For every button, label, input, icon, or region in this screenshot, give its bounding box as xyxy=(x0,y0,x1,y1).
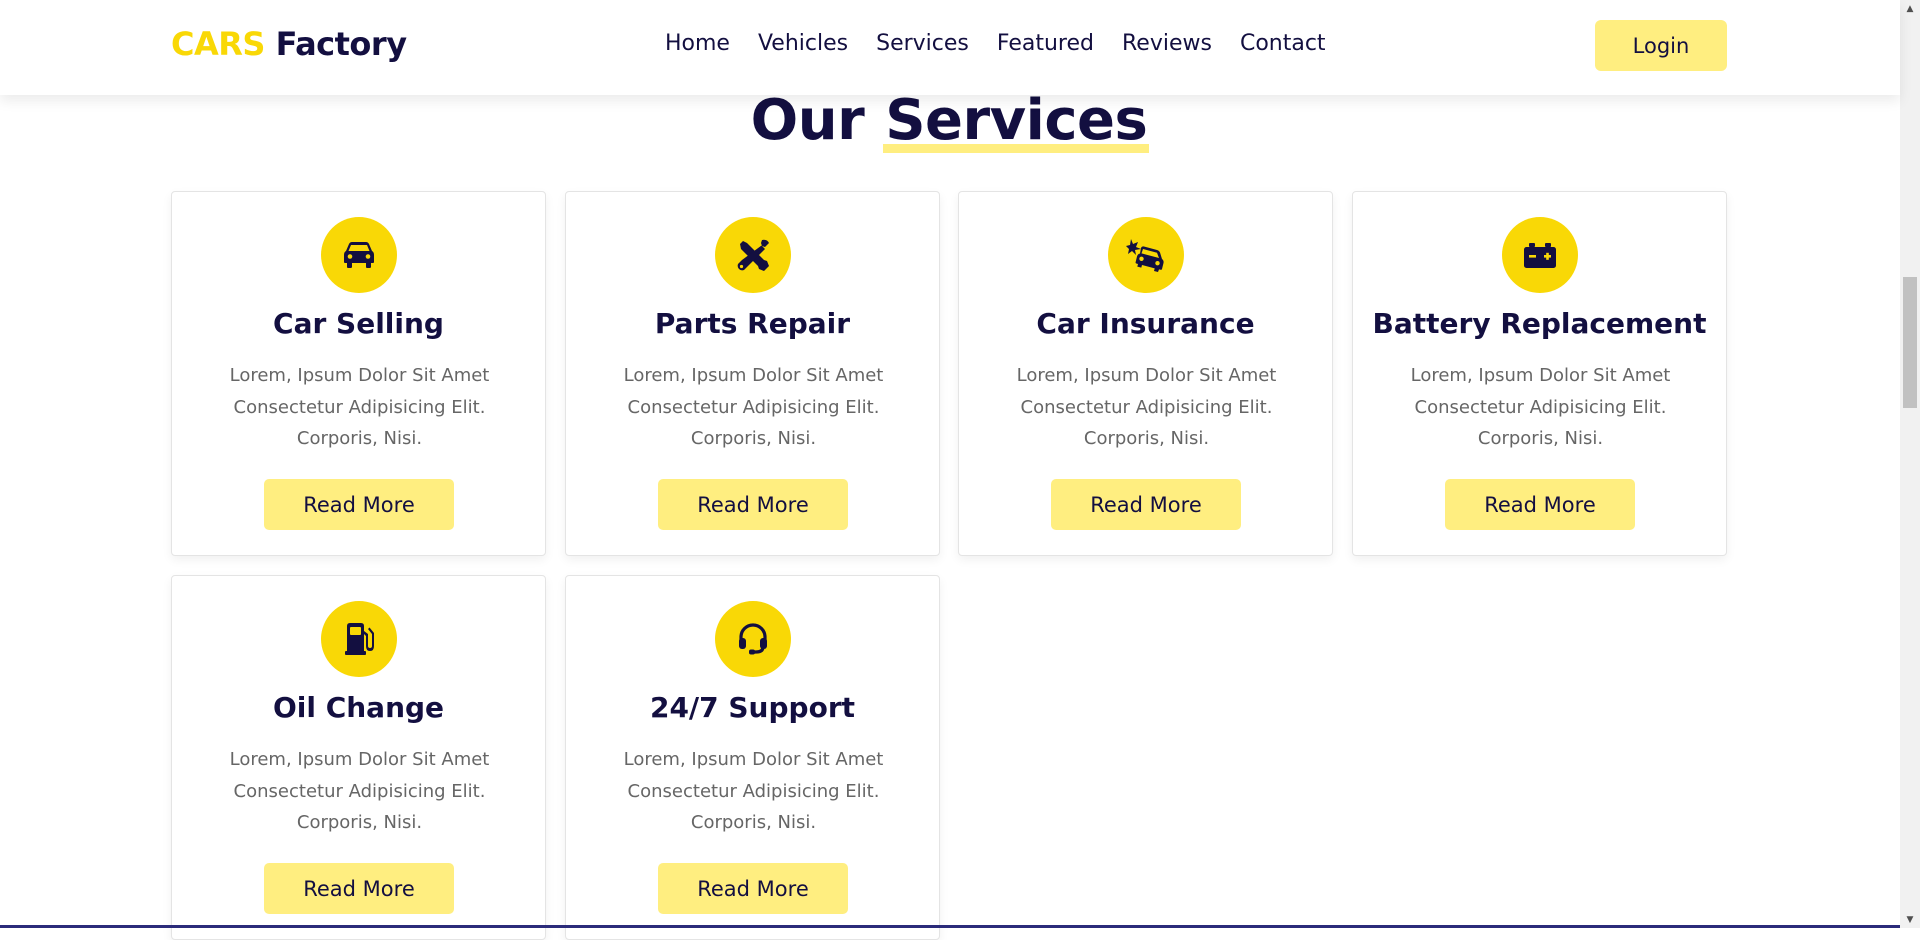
service-title: Oil Change xyxy=(272,691,445,724)
service-description: Lorem, Ipsum Dolor Sit Amet Consectetur … xyxy=(229,365,490,449)
login-button[interactable]: Login xyxy=(1595,20,1727,71)
service-card-oil-change: Oil Change Lorem, Ipsum Dolor Sit Amet C… xyxy=(171,575,546,940)
site-header: CARS Factory Home Vehicles Services Feat… xyxy=(0,0,1900,95)
service-card-parts-repair: Parts Repair Lorem, Ipsum Dolor Sit Amet… xyxy=(565,191,940,556)
service-description: Lorem, Ipsum Dolor Sit Amet Consectetur … xyxy=(623,365,884,449)
tools-icon xyxy=(715,217,791,293)
service-card-car-selling: Car Selling Lorem, Ipsum Dolor Sit Amet … xyxy=(171,191,546,556)
logo[interactable]: CARS Factory xyxy=(171,25,407,63)
read-more-button[interactable]: Read More xyxy=(658,863,848,914)
nav-link-services[interactable]: Services xyxy=(876,31,969,56)
scroll-down-arrow-icon[interactable]: ▼ xyxy=(1900,911,1920,928)
read-more-button[interactable]: Read More xyxy=(264,863,454,914)
scrollbar-thumb[interactable] xyxy=(1903,277,1917,408)
nav-link-vehicles[interactable]: Vehicles xyxy=(758,31,848,56)
service-card-car-insurance: Car Insurance Lorem, Ipsum Dolor Sit Ame… xyxy=(958,191,1333,556)
car-crash-icon xyxy=(1108,217,1184,293)
nav-link-reviews[interactable]: Reviews xyxy=(1122,31,1212,56)
service-description: Lorem, Ipsum Dolor Sit Amet Consectetur … xyxy=(1016,365,1277,449)
nav-link-contact[interactable]: Contact xyxy=(1240,31,1326,56)
read-more-button[interactable]: Read More xyxy=(658,479,848,530)
heading-plain: Our xyxy=(750,88,865,153)
scroll-up-arrow-icon[interactable]: ▲ xyxy=(1900,0,1920,17)
logo-main-text: Factory xyxy=(275,25,407,63)
service-title: Battery Replacement xyxy=(1372,307,1707,340)
read-more-button[interactable]: Read More xyxy=(1051,479,1241,530)
logo-accent-text: CARS xyxy=(171,25,265,63)
car-icon xyxy=(321,217,397,293)
service-title: Parts Repair xyxy=(654,307,851,340)
read-more-button[interactable]: Read More xyxy=(264,479,454,530)
battery-icon xyxy=(1502,217,1578,293)
service-title: Car Selling xyxy=(273,307,444,340)
service-card-support: 24/7 Support Lorem, Ipsum Dolor Sit Amet… xyxy=(565,575,940,940)
nav-link-featured[interactable]: Featured xyxy=(997,31,1094,56)
service-description: Lorem, Ipsum Dolor Sit Amet Consectetur … xyxy=(1410,365,1671,449)
service-title: Car Insurance xyxy=(1036,307,1255,340)
service-description: Lorem, Ipsum Dolor Sit Amet Consectetur … xyxy=(229,749,490,833)
gas-pump-icon xyxy=(321,601,397,677)
headset-icon xyxy=(715,601,791,677)
section-heading: Our Services xyxy=(0,88,1900,153)
service-card-battery-replacement: Battery Replacement Lorem, Ipsum Dolor S… xyxy=(1352,191,1727,556)
main-nav: Home Vehicles Services Featured Reviews … xyxy=(665,31,1326,56)
heading-highlight: Services xyxy=(883,88,1150,153)
read-more-button[interactable]: Read More xyxy=(1445,479,1635,530)
service-title: 24/7 Support xyxy=(649,691,856,724)
nav-link-home[interactable]: Home xyxy=(665,31,730,56)
service-description: Lorem, Ipsum Dolor Sit Amet Consectetur … xyxy=(623,749,884,833)
vertical-scrollbar[interactable]: ▲ ▼ xyxy=(1900,0,1920,928)
